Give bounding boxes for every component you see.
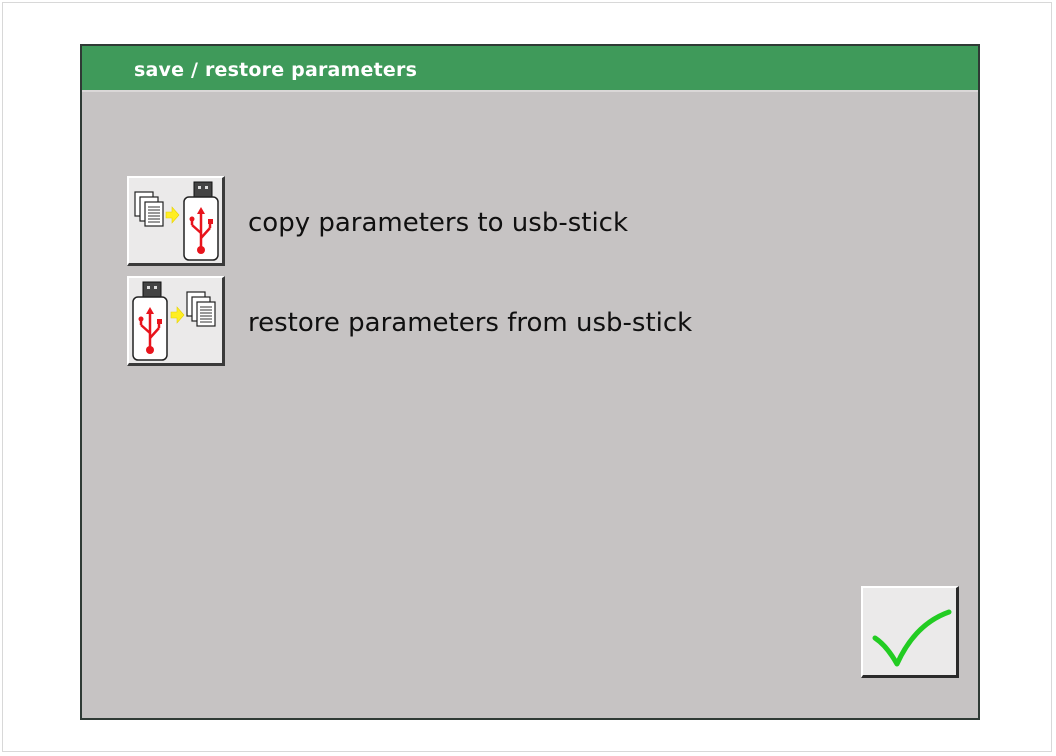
documents-icon xyxy=(186,291,216,327)
copy-to-usb-label[interactable]: copy parameters to usb-stick xyxy=(248,208,628,238)
restore-from-usb-icon xyxy=(132,281,216,361)
save-restore-dialog: save / restore parameters copy parameter… xyxy=(80,44,980,720)
copy-to-usb-button[interactable] xyxy=(127,176,225,266)
usb-stick-icon xyxy=(132,281,168,361)
usb-stick-icon xyxy=(183,181,219,261)
checkmark-icon xyxy=(872,609,952,667)
confirm-button[interactable] xyxy=(861,586,959,678)
copy-to-usb-icon xyxy=(134,181,219,261)
restore-from-usb-label[interactable]: restore parameters from usb-stick xyxy=(248,308,692,338)
documents-icon xyxy=(134,191,164,227)
dialog-title: save / restore parameters xyxy=(134,59,418,81)
dialog-title-bar: save / restore parameters xyxy=(82,46,978,92)
restore-from-usb-button[interactable] xyxy=(127,276,225,366)
